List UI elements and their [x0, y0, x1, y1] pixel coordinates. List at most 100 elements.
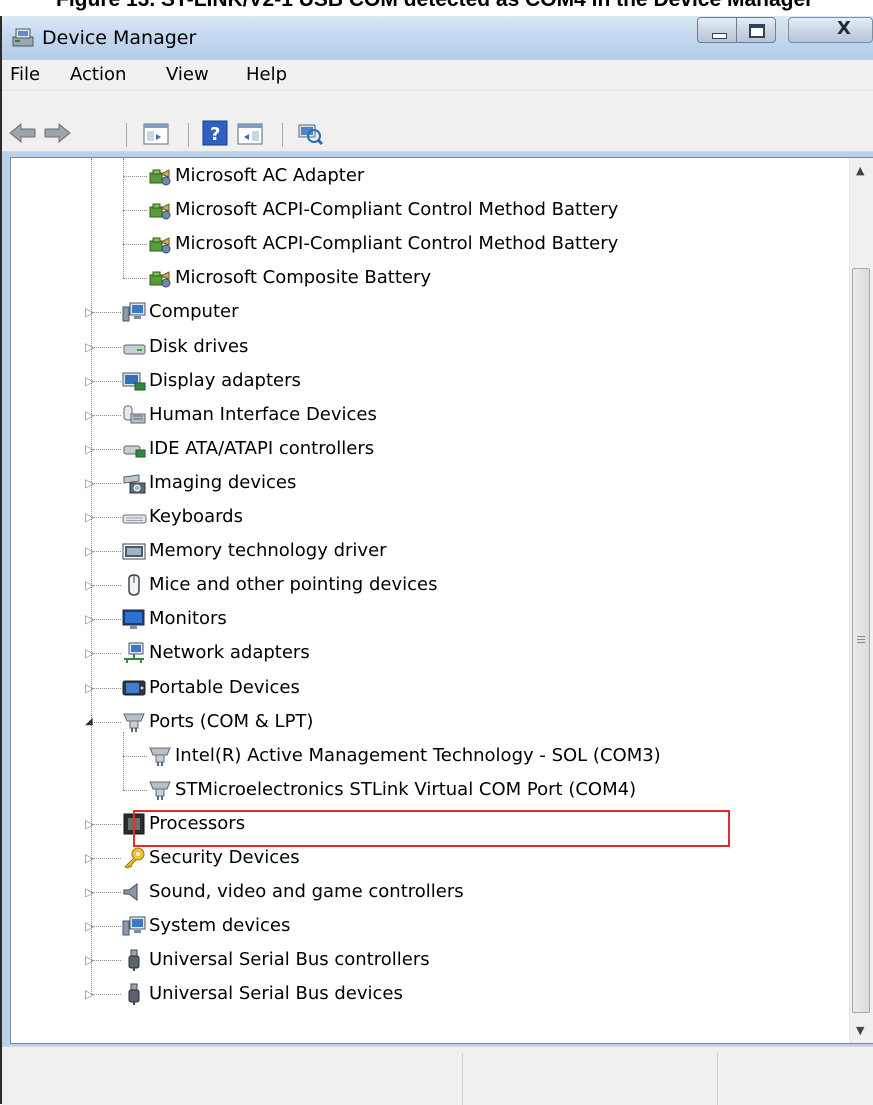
memory-icon [121, 539, 147, 563]
help-icon[interactable]: ? [202, 120, 228, 150]
expand-arrow-icon[interactable]: ▷ [85, 442, 94, 456]
toolbar-separator [188, 123, 189, 147]
battery-icon [147, 198, 173, 222]
expand-arrow-icon[interactable]: ▷ [85, 817, 94, 831]
tree-item-label: Microsoft Composite Battery [175, 267, 432, 289]
forward-arrow-icon[interactable] [42, 121, 72, 149]
tree-guide-line [91, 482, 121, 484]
tree-item-label: Ports (COM & LPT) [149, 710, 314, 732]
port-icon [147, 778, 173, 802]
expand-arrow-icon[interactable]: ▷ [85, 578, 94, 592]
tree-item-label: Disk drives [149, 335, 249, 357]
expand-arrow-icon[interactable]: ▷ [85, 919, 94, 933]
action-pane-icon[interactable] [236, 121, 264, 151]
expand-arrow-icon[interactable]: ▷ [85, 374, 94, 388]
thumb-grip [857, 636, 865, 637]
tree-item-label: Microsoft ACPI-Compliant Control Method … [175, 233, 619, 255]
tree-item-label: Universal Serial Bus devices [149, 983, 403, 1005]
expand-arrow-icon[interactable]: ▷ [85, 646, 94, 660]
maximize-icon [749, 24, 765, 38]
status-bar [2, 1046, 873, 1105]
tree-item-label: Microsoft AC Adapter [175, 165, 365, 186]
computer-icon [121, 300, 147, 324]
expand-arrow-icon[interactable]: ▷ [85, 544, 94, 558]
tree-guide-line [91, 823, 121, 825]
scroll-up-arrow-icon[interactable]: ▲ [856, 164, 864, 177]
tree-guide-line [91, 994, 121, 996]
tree-item-label: Sound, video and game controllers [149, 881, 464, 903]
tree-guide-line [123, 244, 147, 246]
battery-icon [147, 232, 173, 256]
expand-arrow-icon[interactable]: ▷ [85, 510, 94, 524]
tree-guide-line [123, 789, 147, 791]
collapse-arrow-icon[interactable]: ◢ [85, 715, 93, 729]
tree-guide-line [91, 687, 121, 689]
imaging-device-icon [121, 471, 147, 495]
expand-arrow-icon[interactable]: ▷ [85, 681, 94, 695]
expand-arrow-icon[interactable]: ▷ [85, 612, 94, 626]
menu-help[interactable]: Help [246, 64, 287, 85]
tree-item-label: Display adapters [149, 369, 301, 391]
tree-guide-line [91, 312, 121, 314]
menu-bar: File Action View Help [2, 60, 873, 91]
tree-guide-line [91, 346, 121, 348]
scrollbar-thumb[interactable] [852, 268, 870, 1013]
title-bar[interactable]: Device Manager X [2, 16, 873, 60]
usb-icon [121, 948, 147, 972]
device-manager-window: Device Manager X File Action View Help ?… [0, 16, 873, 1105]
tree-guide-line [91, 158, 92, 995]
tree-guide-line [123, 176, 147, 177]
tree-item-label: Portable Devices [149, 676, 300, 698]
sound-icon [121, 880, 147, 904]
expand-arrow-icon[interactable]: ▷ [85, 408, 94, 422]
ide-controller-icon [121, 437, 147, 461]
tree-item-label: Network adapters [149, 642, 310, 664]
close-icon: X [837, 18, 851, 39]
expand-arrow-icon[interactable]: ▷ [85, 987, 94, 1001]
mouse-icon [121, 573, 147, 597]
tree-guide-line [91, 892, 121, 894]
disk-drive-icon [121, 335, 147, 359]
port-icon [147, 744, 173, 768]
tree-item-label: Computer [149, 301, 239, 323]
tree-guide-line [123, 731, 124, 790]
thumb-grip [857, 642, 865, 643]
status-divider [717, 1053, 718, 1105]
tree-guide-line [91, 619, 121, 621]
menu-view[interactable]: View [166, 64, 209, 85]
minimize-button[interactable] [697, 17, 737, 43]
expand-arrow-icon[interactable]: ▷ [85, 885, 94, 899]
toolbar: ? [2, 91, 873, 152]
status-divider [462, 1053, 463, 1105]
tree-item-label: IDE ATA/ATAPI controllers [149, 437, 375, 459]
security-device-icon [121, 846, 147, 870]
system-device-icon [121, 914, 147, 938]
figure-caption-text: Figure 13. ST-LINK/V2-1 USB COM detected… [56, 0, 813, 12]
device-tree-panel: Microsoft AC Adapter Microsoft ACPI-Compl… [10, 157, 873, 1044]
device-tree[interactable]: Microsoft AC Adapter Microsoft ACPI-Compl… [11, 158, 849, 1043]
expand-arrow-icon[interactable]: ▷ [85, 340, 94, 354]
expand-arrow-icon[interactable]: ▷ [85, 305, 94, 319]
tree-guide-line [91, 414, 121, 416]
close-button[interactable]: X [788, 17, 873, 43]
back-arrow-icon[interactable] [8, 121, 38, 149]
tree-guide-line [91, 721, 121, 723]
usb-icon [121, 982, 147, 1006]
vertical-scrollbar[interactable]: ▲ ▼ [849, 158, 873, 1043]
show-hide-console-tree-icon[interactable] [142, 121, 170, 151]
expand-arrow-icon[interactable]: ▷ [85, 476, 94, 490]
svg-text:?: ? [210, 124, 220, 145]
tree-guide-line [91, 585, 121, 587]
expand-arrow-icon[interactable]: ▷ [85, 851, 94, 865]
maximize-button[interactable] [736, 17, 776, 43]
menu-file[interactable]: File [10, 64, 40, 85]
expand-arrow-icon[interactable]: ▷ [85, 953, 94, 967]
tree-item-label: Microsoft ACPI-Compliant Control Method … [175, 199, 619, 221]
tree-item-label: Mice and other pointing devices [149, 574, 438, 596]
battery-icon [147, 164, 173, 188]
scan-hardware-changes-icon[interactable] [296, 120, 324, 150]
scroll-down-arrow-icon[interactable]: ▼ [856, 1024, 864, 1037]
highlight-box [133, 810, 730, 847]
menu-action[interactable]: Action [70, 64, 126, 85]
tree-item-label: Intel(R) Active Management Technology - … [175, 744, 661, 766]
